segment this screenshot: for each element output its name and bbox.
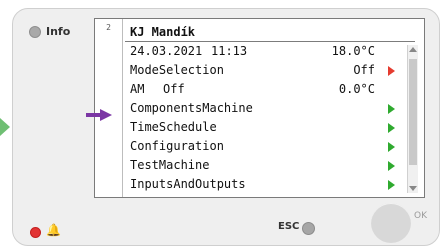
green-arrow-icon [388, 142, 395, 152]
scroll-thumb[interactable] [409, 59, 417, 165]
outer-left-tab [0, 118, 10, 136]
display-title: KJ Mandík [130, 25, 196, 39]
bell-icon: 🔔 [46, 223, 61, 237]
pointer-arrow-icon [86, 109, 114, 121]
green-arrow-icon [388, 180, 395, 190]
row-mode-selection[interactable]: ModeSelection Off [125, 61, 415, 80]
info-label: Info [46, 25, 71, 38]
status-row: 24.03.2021 11:13 18.0°C [125, 42, 415, 61]
row-components-machine[interactable]: ComponentsMachine [125, 99, 415, 118]
green-arrow-icon [388, 161, 395, 171]
row-test-machine[interactable]: TestMachine [125, 156, 415, 175]
ok-knob[interactable] [371, 203, 411, 243]
display-screen: 2 KJ Mandík 24.03.2021 11:13 18.0°C Mode… [94, 18, 425, 198]
row-configuration[interactable]: Configuration [125, 137, 415, 156]
scrollbar[interactable] [407, 45, 418, 193]
row-am[interactable]: AM Off 0.0°C [125, 80, 415, 99]
display-rows: KJ Mandík 24.03.2021 11:13 18.0°C ModeSe… [125, 23, 415, 194]
green-arrow-icon [388, 123, 395, 133]
ok-label: OK [414, 211, 427, 221]
row-time-schedule[interactable]: TimeSchedule [125, 118, 415, 137]
row-inputs-and-outputs[interactable]: InputsAndOutputs [125, 175, 415, 194]
esc-button[interactable] [302, 222, 315, 235]
date-text: 24.03.2021 [130, 44, 203, 58]
time-text: 11:13 [211, 44, 248, 58]
scroll-up-icon[interactable] [409, 47, 417, 52]
green-arrow-icon [388, 104, 395, 114]
alarm-button[interactable] [30, 227, 41, 238]
red-arrow-icon [388, 66, 395, 76]
scroll-down-icon[interactable] [409, 186, 417, 191]
temperature-text: 18.0°C [331, 44, 375, 58]
esc-label: ESC [278, 221, 300, 232]
page-number: 2 [95, 19, 123, 197]
info-button[interactable] [29, 26, 41, 38]
title-separator [125, 41, 415, 42]
